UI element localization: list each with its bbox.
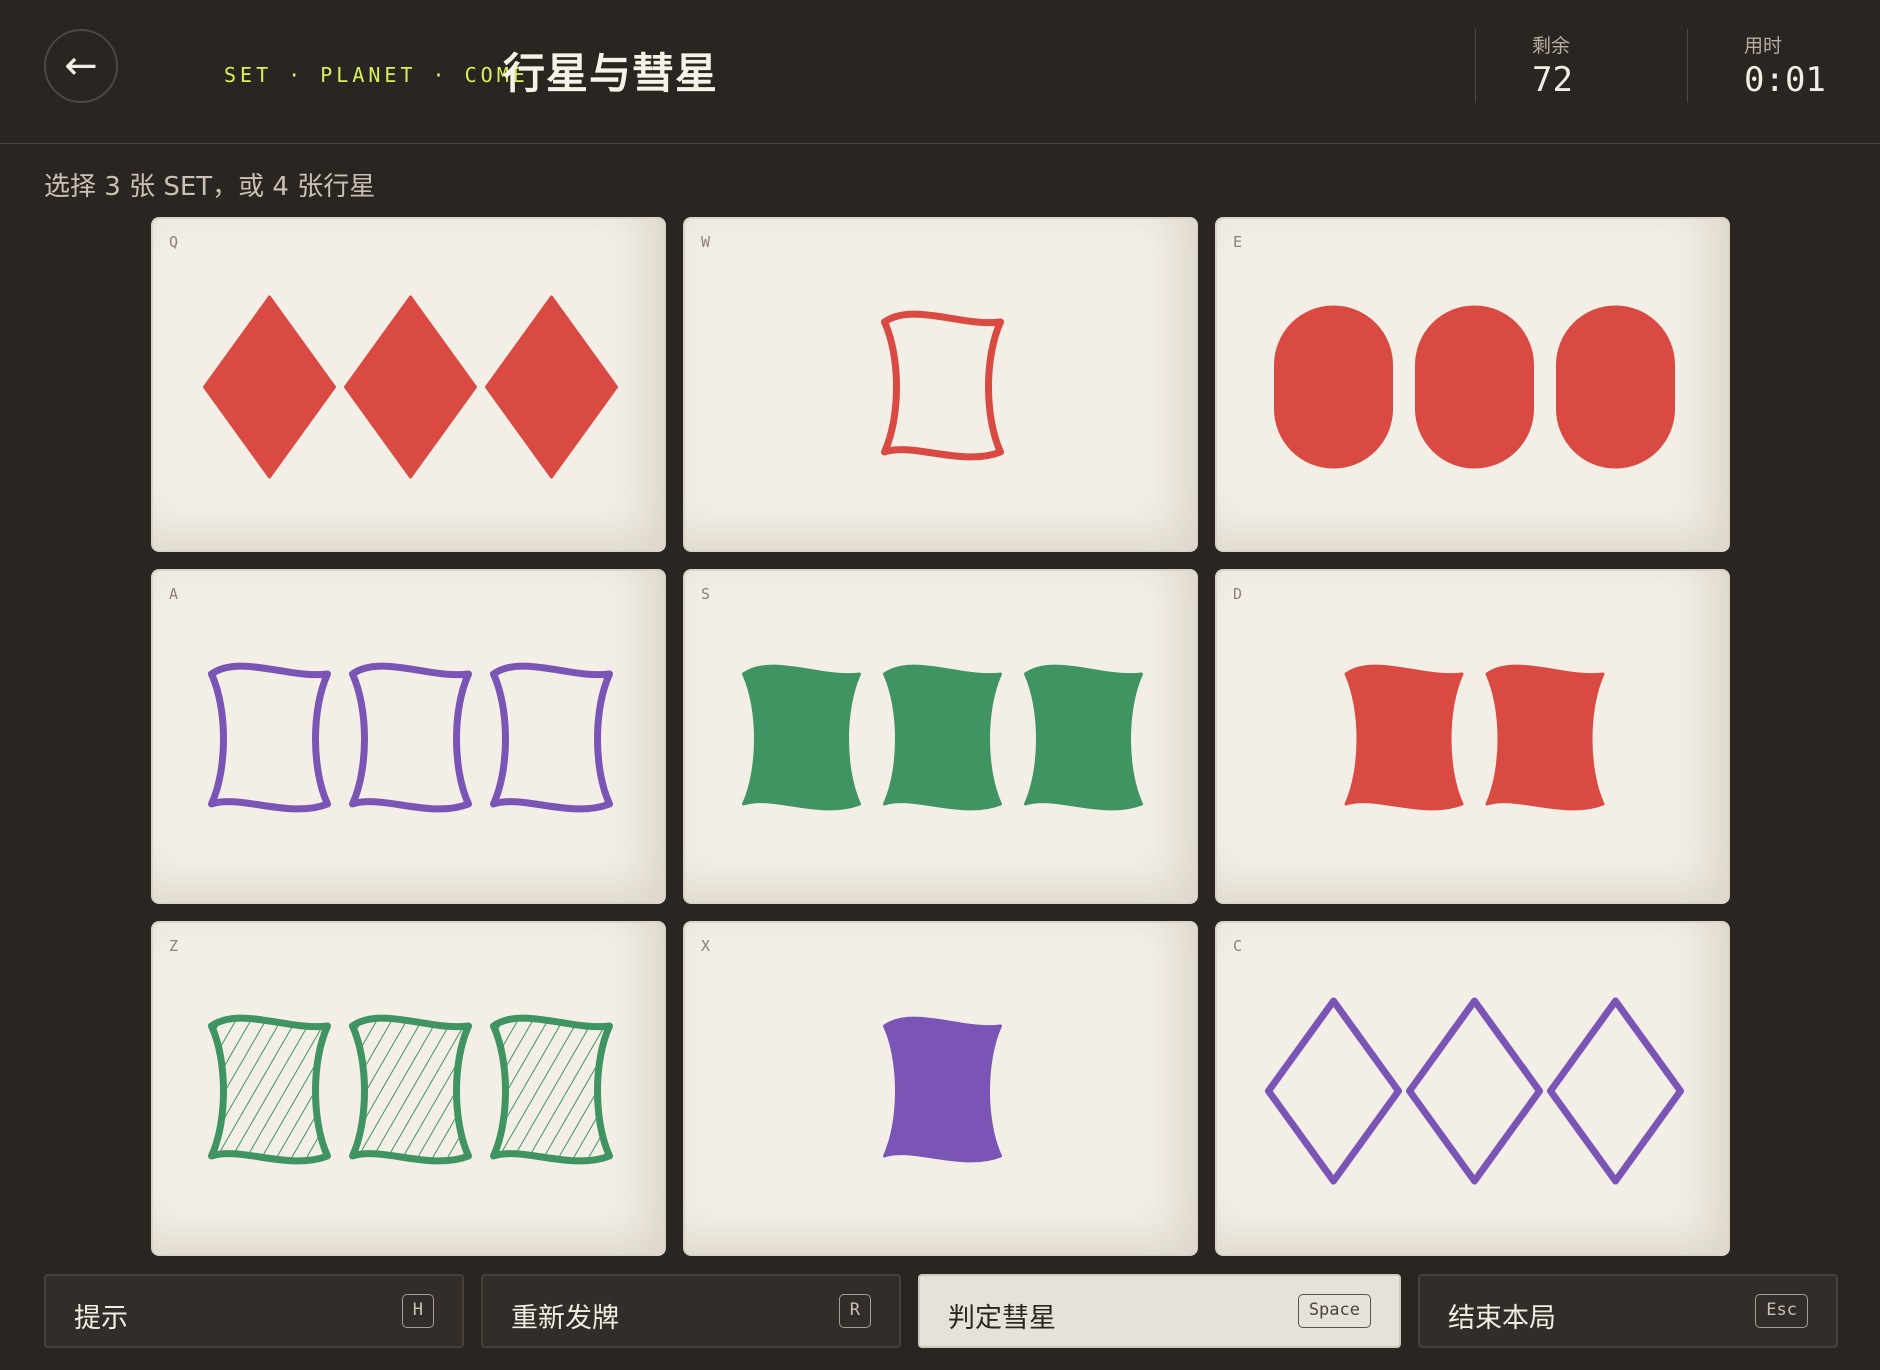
squiggle-symbol bbox=[349, 662, 472, 813]
shortcut-key: H bbox=[401, 1294, 434, 1328]
brand-tagline: SET · PLANET · COMET bbox=[224, 63, 545, 87]
card-z[interactable]: Z bbox=[151, 921, 666, 1256]
diamond-symbol bbox=[1547, 997, 1684, 1185]
card-face bbox=[208, 1014, 613, 1165]
card-d[interactable]: D bbox=[1215, 569, 1730, 904]
squiggle-symbol bbox=[1344, 664, 1464, 811]
diamond-symbol bbox=[1406, 997, 1543, 1185]
button-label: 判定彗星 bbox=[948, 1303, 1056, 1334]
game-title: 行星与彗星 bbox=[503, 49, 719, 98]
oval-symbol bbox=[1556, 305, 1675, 469]
squiggle-symbol bbox=[490, 662, 613, 813]
diamond-symbol bbox=[203, 295, 336, 479]
button-label: 结束本局 bbox=[1448, 1303, 1556, 1334]
squiggle-symbol bbox=[490, 1014, 613, 1165]
card-face bbox=[1274, 305, 1675, 469]
squiggle-symbol bbox=[883, 664, 1002, 811]
remaining-count: 72 bbox=[1532, 60, 1573, 100]
button-label: 提示 bbox=[74, 1303, 128, 1334]
top-bar: ← SET · PLANET · COMET 行星与彗星 剩余 72 用时 0:… bbox=[0, 0, 1880, 144]
card-face bbox=[883, 1016, 1002, 1163]
time-label: 用时 bbox=[1744, 35, 1783, 57]
card-face bbox=[203, 295, 618, 479]
card-a[interactable]: A bbox=[151, 569, 666, 904]
card-e[interactable]: E bbox=[1215, 217, 1730, 552]
diamond-symbol bbox=[1265, 997, 1402, 1185]
diamond-symbol bbox=[344, 295, 477, 479]
squiggle-symbol bbox=[1024, 664, 1143, 811]
redeal-button[interactable]: 重新发牌 R bbox=[481, 1274, 901, 1348]
squiggle-symbol bbox=[208, 1014, 331, 1165]
card-c[interactable]: C bbox=[1215, 921, 1730, 1256]
back-button[interactable]: ← bbox=[44, 29, 118, 103]
squiggle-symbol bbox=[742, 664, 861, 811]
squiggle-symbol bbox=[883, 1016, 1002, 1163]
squiggle-symbol bbox=[1485, 664, 1605, 811]
squiggle-symbol bbox=[349, 1014, 472, 1165]
oval-symbol bbox=[1415, 305, 1534, 469]
card-face bbox=[1344, 664, 1605, 811]
squiggle-symbol bbox=[208, 662, 331, 813]
card-face bbox=[1265, 997, 1684, 1185]
card-w[interactable]: W bbox=[683, 217, 1198, 552]
hint-button[interactable]: 提示 H bbox=[44, 1274, 464, 1348]
shortcut-key: Esc bbox=[1755, 1294, 1808, 1328]
card-face bbox=[742, 664, 1143, 811]
elapsed-time: 0:01 bbox=[1744, 60, 1826, 100]
shortcut-key: Space bbox=[1297, 1294, 1371, 1328]
card-face bbox=[881, 310, 1004, 461]
instruction-text: 选择 3 张 SET，或 4 张行星 bbox=[44, 172, 376, 202]
end-game-button[interactable]: 结束本局 Esc bbox=[1418, 1274, 1838, 1348]
card-q[interactable]: Q bbox=[151, 217, 666, 552]
button-label: 重新发牌 bbox=[511, 1303, 619, 1334]
divider bbox=[1475, 29, 1476, 103]
squiggle-symbol bbox=[881, 310, 1004, 461]
judge-comet-button[interactable]: 判定彗星 Space bbox=[918, 1274, 1401, 1348]
card-x[interactable]: X bbox=[683, 921, 1198, 1256]
card-s[interactable]: S bbox=[683, 569, 1198, 904]
shortcut-key: R bbox=[838, 1294, 871, 1328]
diamond-symbol bbox=[485, 295, 618, 479]
divider bbox=[1687, 29, 1688, 103]
remaining-label: 剩余 bbox=[1532, 35, 1571, 57]
card-face bbox=[208, 662, 613, 813]
oval-symbol bbox=[1274, 305, 1393, 469]
back-arrow-icon: ← bbox=[64, 43, 98, 89]
